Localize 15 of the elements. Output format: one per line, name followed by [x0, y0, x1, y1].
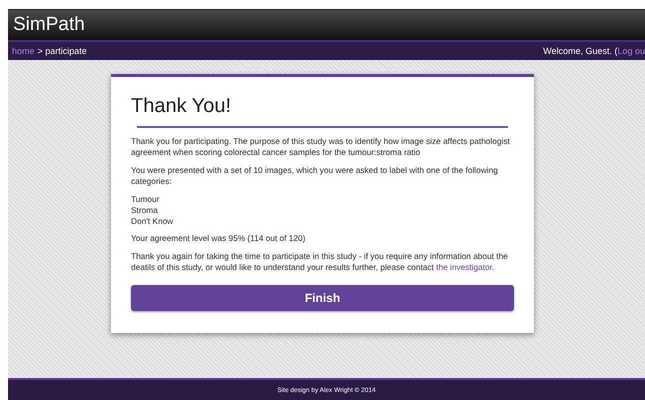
breadcrumb-current: > participate: [38, 46, 87, 56]
category-text: Tumour: [131, 194, 160, 205]
investigator-link[interactable]: the investigator: [436, 262, 492, 272]
logout-link[interactable]: Log ou: [617, 46, 645, 56]
category-text: Stroma: [131, 205, 159, 216]
paragraph: You were presented with a set of 10 images, which you were asked to label with one of the following categories:: [131, 165, 499, 187]
agreement-text: Your agreement level was 95% (114 out of 120): [131, 233, 306, 244]
category-text: Don't Know: [131, 216, 174, 227]
breadcrumb-link[interactable]: home: [12, 46, 35, 56]
page-heading: Thank You!: [131, 95, 232, 118]
site-title[interactable]: SimPath: [13, 14, 85, 36]
paragraph: Thank you for participating. The purpose of this study was to identify how image size affects pathologist agreement when scoring colorectal cancer samples for the tumour:stroma ratio: [131, 136, 511, 158]
welcome-text: Welcome, Guest. (: [543, 46, 618, 56]
finish-button[interactable]: Finish: [131, 285, 514, 311]
closing-paragraph: Thank you again for taking the time to participate in this study - if you require any information about the deatils of this study, or would like to understand your results further, please contact the investigator.: [131, 251, 509, 273]
